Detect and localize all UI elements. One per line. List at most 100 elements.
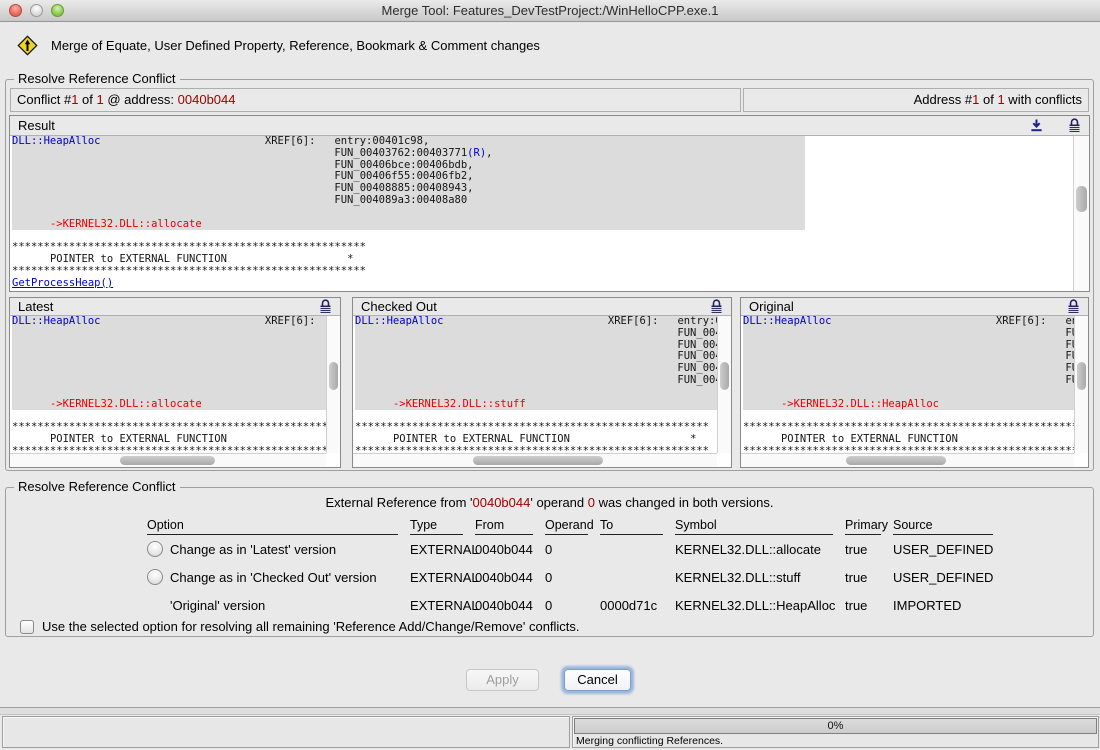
cell-operand: 0 bbox=[545, 542, 588, 557]
merge-phase-banner: Merge of Equate, User Defined Property, … bbox=[16, 33, 540, 57]
window-title: Merge Tool: Features_DevTestProject:/Win… bbox=[0, 0, 1100, 22]
scrollbar-thumb[interactable] bbox=[1076, 186, 1087, 212]
text-segment: ****************************************… bbox=[743, 445, 1074, 453]
text-segment: ****************************************… bbox=[12, 445, 326, 453]
column-header-from: From bbox=[475, 518, 533, 535]
text-segment: ->KERNEL32.DLL::allocate bbox=[50, 398, 202, 410]
cell-primary: true bbox=[845, 598, 881, 613]
scrollbar-thumb[interactable] bbox=[473, 456, 603, 465]
use-for-all-label: Use the selected option for resolving al… bbox=[42, 619, 580, 634]
text-segment: POINTER to EXTERNAL FUNCTION bbox=[393, 433, 570, 445]
text-segment: entry:00401c98, bbox=[334, 136, 429, 147]
listing-line: ->KERNEL32.DLL::stuff bbox=[355, 399, 717, 411]
result-vertical-scrollbar[interactable] bbox=[1073, 136, 1089, 291]
radio-checked-out-version[interactable] bbox=[147, 569, 163, 585]
cell-source: IMPORTED bbox=[893, 598, 993, 613]
lock-icon[interactable] bbox=[319, 299, 332, 314]
cell-symbol: KERNEL32.DLL::allocate bbox=[675, 542, 833, 557]
text-segment: XREF[6]: bbox=[265, 136, 316, 147]
option-label: 'Original' version bbox=[170, 598, 265, 613]
merge-sign-icon bbox=[16, 34, 39, 57]
listing-line: ****************************************… bbox=[12, 446, 326, 453]
apply-button[interactable]: Apply bbox=[466, 669, 539, 691]
text-segment: External Reference from ' bbox=[326, 495, 473, 510]
text-segment: with conflicts bbox=[1005, 92, 1082, 107]
text-segment: FUN_00406bce:00406bdb, bbox=[677, 339, 717, 351]
download-icon[interactable] bbox=[1029, 118, 1044, 133]
text-segment: ****************************************… bbox=[12, 421, 326, 433]
text-segment: ****************************************… bbox=[12, 241, 366, 253]
original-vertical-scrollbar[interactable] bbox=[1074, 316, 1088, 453]
checked-out-panel-title: Checked Out bbox=[361, 299, 437, 314]
text-segment: FUN_00403762:00403771 bbox=[677, 327, 717, 339]
text-segment: 0040b044 bbox=[473, 495, 531, 510]
listing-line: FUN_004089a3:00408a80 bbox=[743, 375, 1074, 387]
cell-from: 0040b044 bbox=[475, 570, 533, 585]
text-segment: FUN_00408885:00408943, bbox=[677, 362, 717, 374]
column-header-symbol: Symbol bbox=[675, 518, 833, 535]
listing-line: FUN_004089a3:00408a80 bbox=[355, 375, 717, 387]
scrollbar-thumb[interactable] bbox=[1077, 362, 1086, 390]
text-segment: FUN_00408885:00408943, bbox=[1065, 362, 1074, 374]
original-listing[interactable]: DLL::HeapAlloc XREF[6]: entry:00401c98, … bbox=[741, 316, 1074, 453]
text-segment: XREF[6]: bbox=[265, 316, 316, 327]
text-segment: FUN_00406f55:00406fb2, bbox=[1065, 350, 1074, 362]
cell-from: 0040b044 bbox=[475, 598, 533, 613]
lock-icon[interactable] bbox=[1067, 299, 1080, 314]
cell-operand: 0 bbox=[545, 570, 588, 585]
text-segment: ****************************************… bbox=[743, 421, 1074, 433]
latest-horizontal-scrollbar[interactable] bbox=[10, 453, 326, 467]
listing-line: ****************************************… bbox=[355, 446, 717, 453]
text-segment: FUN_004089a3:00408a80 bbox=[1065, 374, 1074, 386]
text-segment: 0 bbox=[588, 495, 595, 510]
original-horizontal-scrollbar[interactable] bbox=[741, 453, 1074, 467]
result-panel-title: Result bbox=[18, 118, 55, 133]
cell-symbol: KERNEL32.DLL::HeapAlloc bbox=[675, 598, 833, 613]
text-segment: XREF[6]: bbox=[996, 316, 1047, 327]
bottom-conflict-groupbox: Resolve Reference Conflict External Refe… bbox=[5, 487, 1094, 637]
scrollbar-thumb[interactable] bbox=[846, 456, 946, 465]
groupbox-label: Resolve Reference Conflict bbox=[14, 479, 180, 494]
text-segment: DLL::HeapAlloc bbox=[12, 316, 101, 327]
lock-icon[interactable] bbox=[1068, 118, 1081, 133]
cell-primary: true bbox=[845, 542, 881, 557]
table-header-row: OptionTypeFromOperandToSymbolPrimarySour… bbox=[147, 515, 993, 535]
checked-out-horizontal-scrollbar[interactable] bbox=[353, 453, 717, 467]
cell-from: 0040b044 bbox=[475, 542, 533, 557]
text-segment: FUN_00406f55:00406fb2, bbox=[334, 170, 473, 182]
option-row: 'Original' versionEXTERNAL0040b04400000d… bbox=[147, 591, 993, 619]
status-right-panel: 0% Merging conflicting References. bbox=[572, 716, 1099, 748]
cancel-button[interactable]: Cancel bbox=[564, 669, 631, 691]
result-listing[interactable]: DLL::HeapAlloc XREF[6]: entry:00401c98, … bbox=[10, 136, 1073, 291]
title-bar[interactable]: Merge Tool: Features_DevTestProject:/Win… bbox=[0, 0, 1100, 22]
listing-line: GetProcessHeap() bbox=[12, 278, 1073, 290]
column-header-type: Type bbox=[410, 518, 463, 535]
text-segment: * bbox=[347, 253, 353, 265]
latest-vertical-scrollbar[interactable] bbox=[326, 316, 340, 453]
scrollbar-thumb[interactable] bbox=[329, 362, 338, 390]
text-segment: ****************************************… bbox=[355, 445, 709, 453]
lock-icon[interactable] bbox=[710, 299, 723, 314]
text-segment: @ address: bbox=[104, 92, 178, 107]
radio-latest-version[interactable] bbox=[147, 541, 163, 557]
option-row: Change as in 'Latest' versionEXTERNAL004… bbox=[147, 535, 993, 563]
latest-listing[interactable]: DLL::HeapAlloc XREF[6]: entry:00401c98, … bbox=[10, 316, 326, 453]
text-segment: POINTER to EXTERNAL FUNCTION bbox=[50, 433, 227, 445]
use-for-all-checkbox[interactable] bbox=[20, 620, 34, 634]
groupbox-label: Resolve Reference Conflict bbox=[14, 71, 180, 86]
text-segment: FUN_00406bce:00406bdb, bbox=[334, 159, 473, 171]
listing-line: ****************************************… bbox=[743, 446, 1074, 453]
cell-source: USER_DEFINED bbox=[893, 570, 993, 585]
text-segment: FUN_00408885:00408943, bbox=[334, 182, 473, 194]
listing-line: FUN_004089a3:00408a80 bbox=[12, 195, 1073, 207]
column-header-operand: Operand bbox=[545, 518, 588, 535]
text-segment: DLL::HeapAlloc bbox=[743, 316, 832, 327]
text-segment: (R) bbox=[467, 147, 486, 159]
option-row: Change as in 'Checked Out' versionEXTERN… bbox=[147, 563, 993, 591]
checked-out-vertical-scrollbar[interactable] bbox=[717, 316, 731, 453]
cell-symbol: KERNEL32.DLL::stuff bbox=[675, 570, 833, 585]
scrollbar-thumb[interactable] bbox=[120, 456, 215, 465]
checked-out-listing[interactable]: DLL::HeapAlloc XREF[6]: entry:00401c98, … bbox=[353, 316, 717, 453]
scrollbar-thumb[interactable] bbox=[720, 362, 729, 390]
listing-line: FUN_00403762:00403771(R), bbox=[12, 328, 326, 340]
